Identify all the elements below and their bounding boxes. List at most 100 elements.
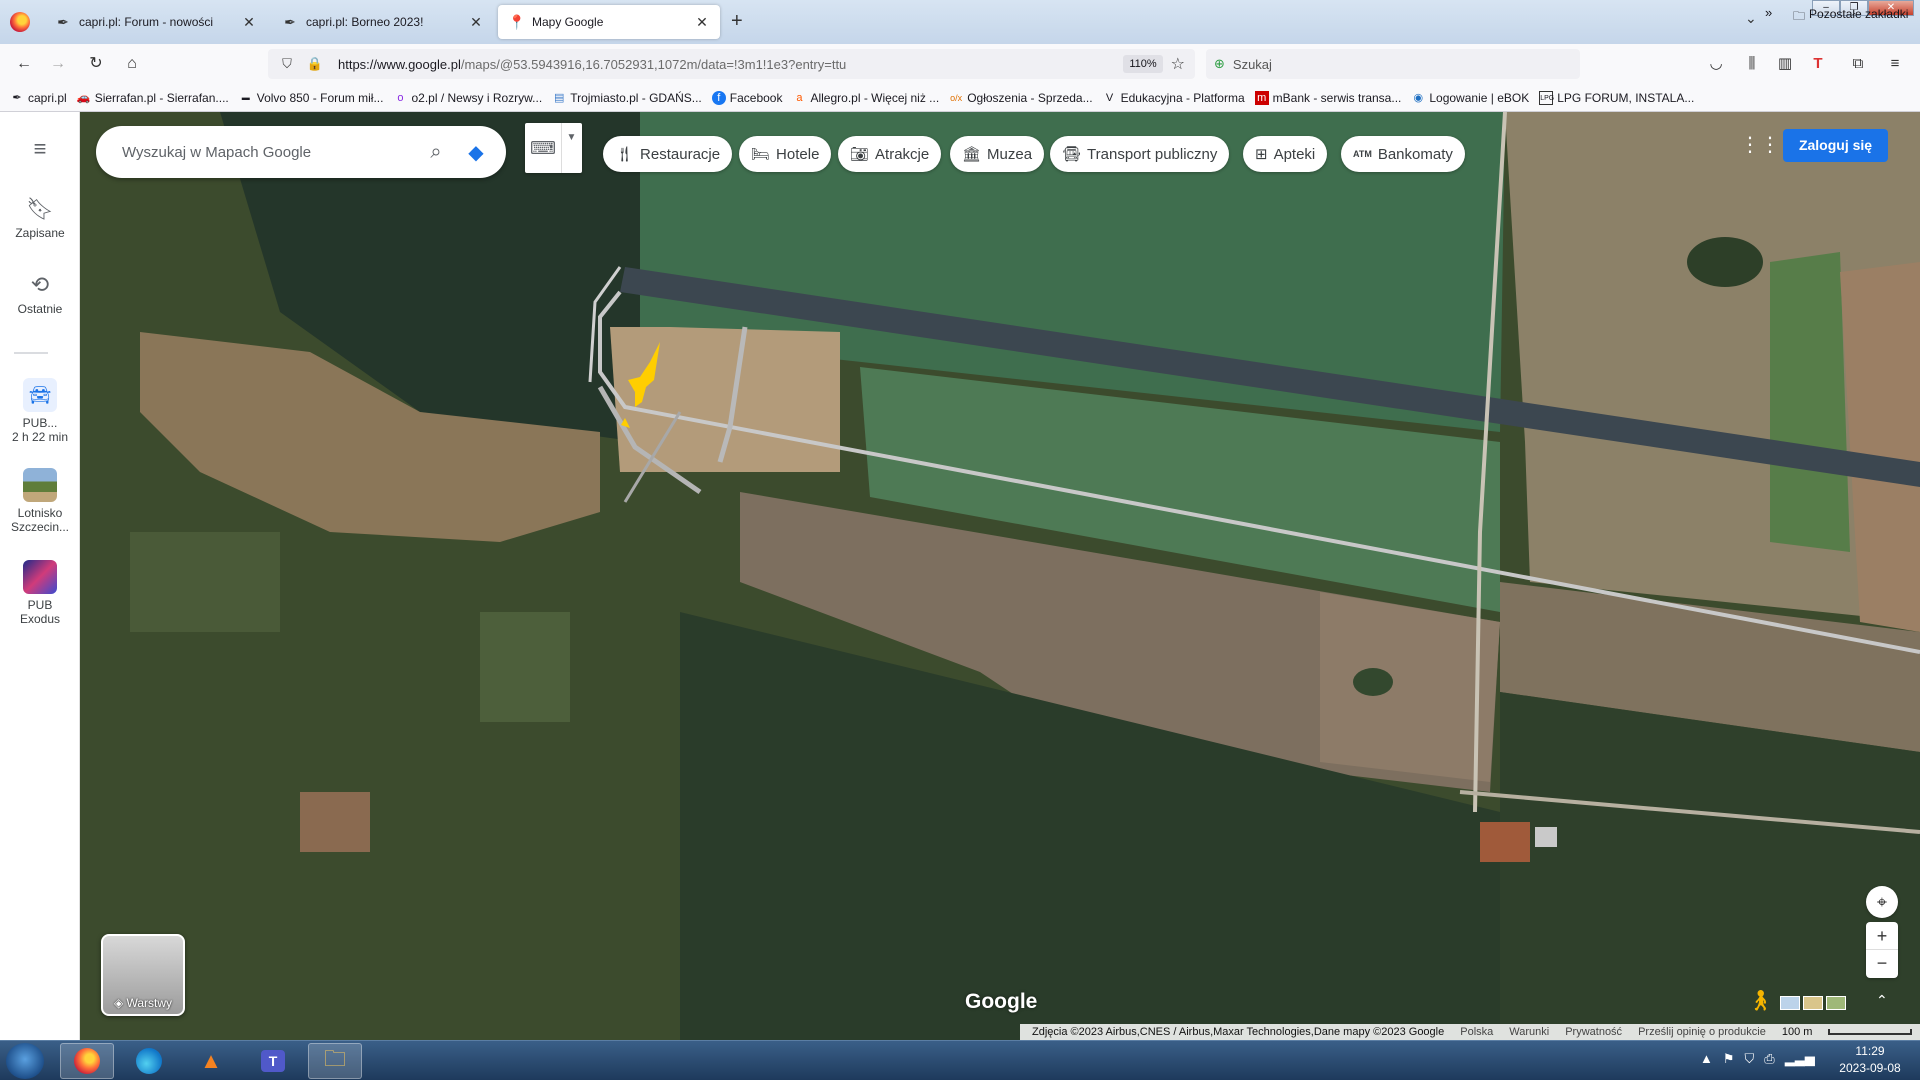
tab-title: capri.pl: Borneo 2023! [306, 15, 424, 29]
country-link[interactable]: Polska [1460, 1026, 1493, 1038]
satellite-thumbnail[interactable] [1826, 996, 1846, 1010]
vlc-icon[interactable]: ▲ [184, 1043, 238, 1079]
reload-icon[interactable]: ↻ [84, 52, 108, 76]
bookmark-item[interactable]: ◉ Logowanie | eBOK [1411, 91, 1530, 105]
saved-button[interactable]: 🔖︎ Zapisane [0, 196, 80, 240]
network-signal-icon[interactable]: ▂▃▅ [1785, 1051, 1815, 1067]
hamburger-menu-icon: ≡ [33, 136, 47, 161]
system-clock[interactable]: 11:29 2023-09-08 [1830, 1043, 1910, 1077]
explorer-icon[interactable]: 🗀 [308, 1043, 362, 1079]
recent-line1: PUB [27, 598, 53, 612]
teams-icon[interactable]: T [246, 1043, 300, 1079]
terms-link[interactable]: Warunki [1509, 1026, 1549, 1038]
close-tab-icon[interactable]: ✕ [468, 14, 484, 31]
bookmark-item[interactable]: a Allegro.pl - Więcej niż ... [792, 91, 939, 105]
action-center-flag-icon[interactable]: ⚑ [1723, 1051, 1735, 1067]
chip-atms[interactable]: ATM Bankomaty [1341, 136, 1465, 172]
bookmark-item[interactable]: V Edukacyjna - Platforma [1103, 91, 1245, 105]
new-tab-button[interactable]: + [731, 10, 743, 33]
chip-attractions[interactable]: 📷︎ Atrakcje [838, 136, 942, 172]
maps-search-input[interactable] [122, 143, 416, 161]
street-view-pegman-icon[interactable]: 🚶︎ [1748, 988, 1773, 1018]
close-tab-icon[interactable]: ✕ [694, 14, 710, 31]
satellite-map[interactable] [80, 112, 1920, 1040]
printer-icon[interactable]: ⎙ [1764, 1051, 1774, 1067]
tab-capri-borneo[interactable]: ✒ capri.pl: Borneo 2023! ✕ [272, 5, 494, 39]
recent-line1: Lotnisko [17, 506, 63, 520]
zoom-in-button[interactable]: + [1866, 922, 1898, 950]
google-maps-pin-icon: 📍 [508, 14, 526, 30]
chip-hotels[interactable]: 🛏︎ Hotele [739, 136, 832, 172]
forward-arrow-icon[interactable]: → [46, 52, 70, 76]
hamburger-menu-icon[interactable]: ≡ [1885, 54, 1905, 74]
privacy-link[interactable]: Prywatność [1565, 1026, 1622, 1038]
bookmark-item[interactable]: f Facebook [711, 90, 782, 105]
input-tools-button[interactable]: ⌨ ▼ [525, 123, 582, 173]
chip-museums[interactable]: 🏛︎ Muzea [950, 136, 1045, 172]
back-arrow-icon[interactable]: ← [12, 52, 36, 76]
zoom-level-button[interactable]: 110% [1123, 55, 1163, 73]
sidebar-icon[interactable]: ▥ [1775, 54, 1795, 74]
quill-icon: ✒ [284, 14, 296, 30]
extensions-icon[interactable]: ⧉ [1848, 54, 1868, 74]
web-search-field[interactable]: ⊕ Szukaj [1206, 49, 1580, 79]
tab-google-maps[interactable]: 📍 Mapy Google ✕ [498, 5, 720, 39]
firefox-menu-icon[interactable] [10, 12, 30, 32]
bookmark-label: capri.pl [28, 90, 67, 105]
bed-icon: 🛏︎ [751, 146, 771, 163]
layers-stack-icon: ◈ [113, 996, 127, 1010]
firefox-icon[interactable] [60, 1043, 114, 1079]
translate-t-icon[interactable]: T [1808, 54, 1828, 74]
lock-icon[interactable]: 🔒 [306, 56, 324, 72]
my-location-button[interactable]: ⌖ [1866, 886, 1898, 918]
recent-item-pub-exodus[interactable]: PUB Exodus [0, 560, 80, 626]
recent-item-pub-route[interactable]: 🚘︎ PUB... 2 h 22 min [0, 378, 80, 444]
security-shield-icon[interactable]: ⛉ [1745, 1051, 1755, 1067]
map-thumbnail[interactable] [1780, 996, 1800, 1010]
tab-capri-forum[interactable]: ✒ capri.pl: Forum - nowości ✕ [45, 5, 267, 39]
bookmark-item[interactable]: ✒ capri.pl [10, 90, 67, 105]
search-engine-icon[interactable]: ⊕ [1214, 56, 1225, 72]
menu-button[interactable]: ≡ [0, 136, 80, 166]
imagery-mini-thumbnails[interactable] [1780, 988, 1880, 1018]
search-icon[interactable]: ⌕ [416, 141, 456, 164]
google-apps-grid-icon[interactable]: ⋮⋮⋮ [1740, 132, 1800, 156]
list-tabs-chevron-icon[interactable]: ⌄ [1745, 10, 1757, 27]
bookmark-item[interactable]: m mBank - serwis transa... [1254, 90, 1401, 105]
chip-pharmacies[interactable]: ⊞ Apteki [1243, 136, 1328, 172]
directions-icon[interactable]: ◆ [456, 140, 496, 165]
chevron-down-icon[interactable]: ▼ [561, 123, 581, 173]
tray-expand-chevron-icon[interactable]: ▲ [1700, 1051, 1713, 1067]
tracking-shield-icon[interactable]: ⛉ [278, 56, 296, 72]
other-bookmarks-folder[interactable]: 🗀 Pozostałe zakładki [1793, 7, 1908, 28]
zoom-out-button[interactable]: − [1866, 950, 1898, 978]
chip-public-transport[interactable]: 🚍︎ Transport publiczny [1050, 136, 1230, 172]
terrain-thumbnail[interactable] [1803, 996, 1823, 1010]
sign-in-button[interactable]: Zaloguj się [1783, 129, 1888, 162]
close-tab-icon[interactable]: ✕ [241, 14, 257, 31]
more-bookmarks-chevron-icon[interactable]: » [1765, 5, 1772, 20]
pocket-icon[interactable]: ◡ [1706, 54, 1726, 74]
url-text[interactable]: https://www.google.pl/maps/@53.5943916,1… [338, 57, 1123, 72]
bookmark-item[interactable]: ▬ Volvo 850 - Forum mił... [239, 91, 384, 105]
feedback-link[interactable]: Prześlij opinię o produkcie [1638, 1026, 1766, 1038]
scale-label[interactable]: 100 m [1782, 1026, 1813, 1038]
address-bar[interactable]: ⛉ 🔒 https://www.google.pl/maps/@53.59439… [268, 49, 1195, 79]
bookmark-item[interactable]: LPG LPG FORUM, INSTALA... [1539, 90, 1694, 105]
bookmark-item[interactable]: 🚗 Sierrafan.pl - Sierrafan.... [77, 91, 229, 105]
start-button[interactable] [6, 1043, 44, 1079]
edge-icon[interactable] [122, 1043, 176, 1079]
bookmark-star-icon[interactable]: ☆ [1171, 54, 1185, 74]
home-icon[interactable]: ⌂ [120, 52, 144, 76]
maps-search-box: ⌕ ◆ [96, 126, 506, 178]
recent-button[interactable]: ⟲ Ostatnie [0, 272, 80, 316]
layers-button[interactable]: ◈ Warstwy [101, 934, 185, 1016]
library-icon[interactable]: ⫼ [1742, 54, 1762, 74]
recent-item-airport[interactable]: Lotnisko Szczecin... [0, 468, 80, 534]
layers-text: Warstwy [126, 996, 173, 1010]
bookmark-item[interactable]: o o2.pl / Newsy i Rozryw... [393, 91, 542, 105]
expand-chevron-up-icon[interactable]: ⌃ [1876, 992, 1888, 1009]
bookmark-item[interactable]: o/x Ogłoszenia - Sprzeda... [949, 91, 1092, 105]
chip-restaurants[interactable]: 🍴︎ Restauracje [603, 136, 733, 172]
bookmark-item[interactable]: ▤ Trojmiasto.pl - GDAŃS... [552, 91, 702, 105]
